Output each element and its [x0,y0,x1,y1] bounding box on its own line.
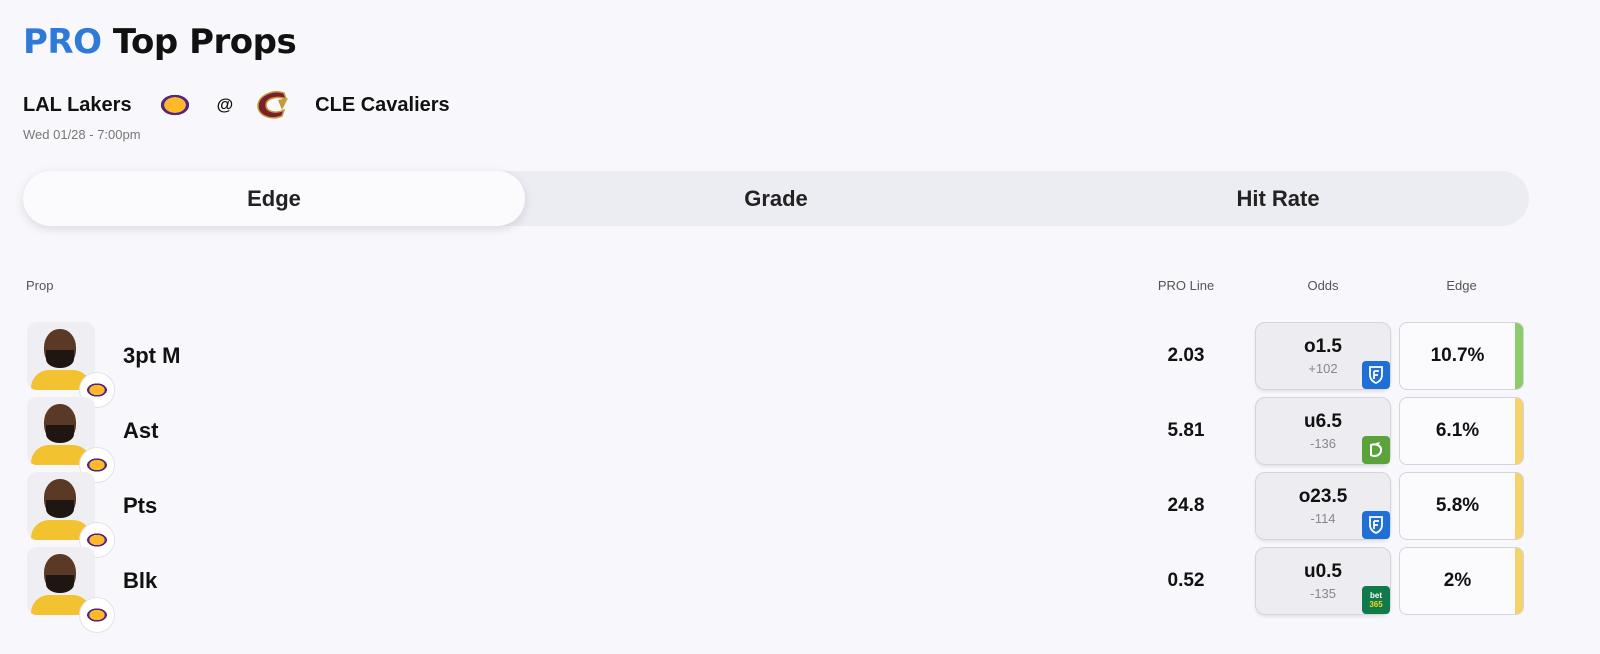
edge-cell: 10.7% [1399,322,1524,390]
odds-line: o1.5 [1303,336,1343,357]
prop-name: Pts [123,493,158,518]
edge-indicator [1515,398,1523,464]
fanduel-icon [1362,361,1390,389]
matchup: LAL Lakers @ CLE Cavaliers [23,88,450,122]
page-title: PRO Top Props [23,22,297,62]
odds-line: o23.5 [1298,486,1348,507]
header-edge: Edge [1446,278,1477,293]
bet365-icon: bet 365 [1362,586,1390,614]
edge-indicator [1515,548,1523,614]
sort-tabs: Edge Grade Hit Rate [23,171,1529,226]
odds-button[interactable]: u6.5 -136 [1255,397,1391,465]
cavaliers-logo-icon [253,87,295,123]
edge-value: 10.7% [1430,345,1485,366]
pro-line-value: 0.52 [1167,570,1205,591]
pro-line-value: 2.03 [1167,345,1205,366]
tab-hit-rate[interactable]: Hit Rate [1027,171,1529,226]
edge-value: 6.1% [1435,420,1480,441]
edge-cell: 5.8% [1399,472,1524,540]
draftkings-icon [1362,436,1390,464]
header-prop: Prop [26,278,54,293]
tab-grade[interactable]: Grade [525,171,1027,226]
odds-button[interactable]: o1.5 +102 [1255,322,1391,390]
edge-value: 5.8% [1435,495,1480,516]
lakers-badge-icon [79,597,115,633]
odds-line: u6.5 [1303,411,1343,432]
fanduel-icon [1362,511,1390,539]
tab-edge[interactable]: Edge [23,171,525,226]
at-separator: @ [216,95,234,114]
away-team-name: CLE Cavaliers [315,93,450,116]
prop-row[interactable]: Ast 5.81 u6.5 -136 6.1% [0,397,1600,483]
bet365-top-label: bet [1370,591,1382,600]
edge-cell: 6.1% [1399,397,1524,465]
edge-indicator [1515,473,1523,539]
lakers-logo-icon [156,92,193,118]
prop-name: Ast [123,418,159,443]
odds-button[interactable]: o23.5 -114 [1255,472,1391,540]
header-pro-line: PRO Line [1157,278,1215,293]
prop-name: 3pt M [123,343,181,368]
prop-row[interactable]: 3pt M 2.03 o1.5 +102 10.7% [0,322,1600,408]
odds-line: u0.5 [1303,561,1343,582]
header-odds: Odds [1307,278,1339,293]
home-team-name: LAL Lakers [23,93,132,116]
pro-line-value: 5.81 [1167,420,1205,441]
edge-cell: 2% [1399,547,1524,615]
edge-value: 2% [1443,570,1472,591]
pro-label: PRO [23,22,102,62]
prop-row[interactable]: Blk 0.52 u0.5 -135 bet 365 2% [0,547,1600,633]
odds-button[interactable]: u0.5 -135 bet 365 [1255,547,1391,615]
prop-row[interactable]: Pts 24.8 o23.5 -114 5.8% [0,472,1600,558]
pro-line-value: 24.8 [1167,495,1205,516]
title-text: Top Props [112,22,297,62]
edge-indicator [1515,323,1523,389]
prop-name: Blk [123,568,158,593]
game-datetime: Wed 01/28 - 7:00pm [23,127,141,142]
bet365-bottom-label: 365 [1369,600,1383,609]
